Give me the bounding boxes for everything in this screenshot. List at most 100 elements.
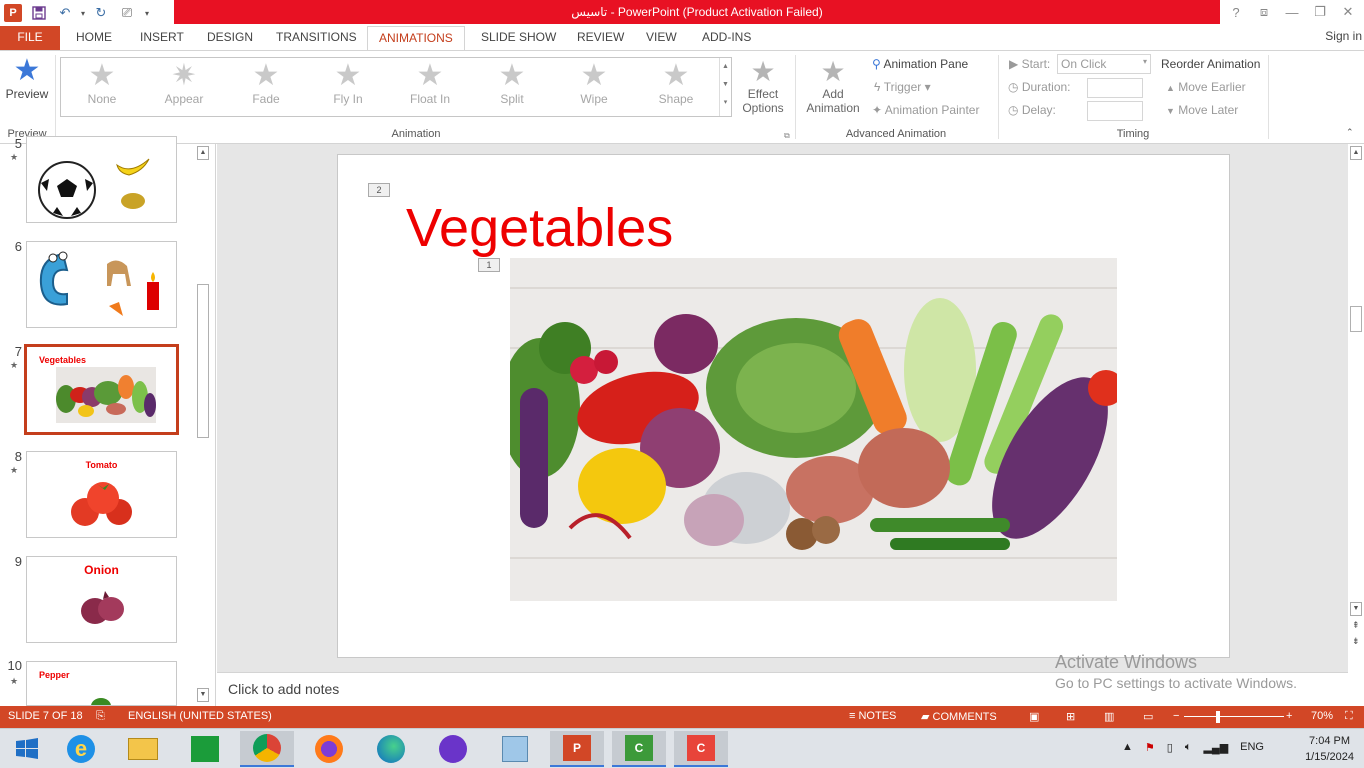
redo-icon[interactable]: ↻ — [88, 0, 114, 26]
scroll-thumb[interactable] — [197, 284, 209, 438]
delay-spinner[interactable] — [1087, 101, 1143, 121]
gallery-item-wipe[interactable]: ★ Wipe — [556, 60, 632, 116]
gallery-more-icon[interactable]: ▾ — [720, 94, 731, 112]
slide-thumb-5[interactable] — [26, 136, 177, 223]
duration-spinner[interactable] — [1087, 78, 1143, 98]
zoom-in-icon[interactable]: + — [1286, 710, 1292, 722]
notes-button[interactable]: ≡ NOTES — [849, 710, 896, 722]
scroll-up-icon[interactable]: ▲ — [1350, 146, 1362, 160]
slide-show-icon[interactable]: ▭ — [1143, 710, 1153, 723]
slide-thumb-6[interactable] — [26, 241, 177, 328]
security-flag-icon[interactable]: ⚑ — [1145, 741, 1155, 754]
store-icon[interactable] — [178, 731, 232, 767]
start-select[interactable]: On Click ▾ — [1057, 54, 1151, 74]
sign-in-link[interactable]: Sign in — [1325, 26, 1362, 46]
thumbnail-scrollbar[interactable]: ▲ ▼ — [196, 144, 212, 706]
tab-slide-show[interactable]: SLIDE SHOW — [481, 26, 556, 50]
normal-view-icon[interactable]: ▣ — [1029, 710, 1039, 723]
tab-view[interactable]: VIEW — [646, 26, 677, 50]
effect-options-button[interactable]: ★ Effect Options — [740, 57, 786, 116]
animation-tag[interactable]: 1 — [478, 258, 500, 272]
media-app-icon[interactable] — [488, 731, 542, 767]
fit-to-window-icon[interactable]: ⛶ — [1345, 710, 1353, 723]
animation-tag[interactable]: 2 — [368, 183, 390, 197]
undo-icon[interactable]: ↶ — [52, 0, 78, 26]
scroll-down-icon[interactable]: ▼ — [197, 688, 209, 702]
dialog-launcher-icon[interactable]: ⧉ — [784, 131, 790, 141]
slide-sorter-icon[interactable]: ⊞ — [1066, 710, 1075, 723]
start-button[interactable] — [0, 731, 54, 767]
volume-icon[interactable]: 🔈︎ — [1185, 741, 1192, 754]
trigger-button[interactable]: ϟ Trigger ▾ — [874, 80, 931, 94]
battery-icon[interactable]: ▯ — [1167, 741, 1173, 754]
tab-file[interactable]: FILE — [0, 26, 60, 50]
scroll-up-icon[interactable]: ▲ — [197, 146, 209, 160]
edge-icon[interactable] — [364, 731, 418, 767]
slide-thumb-9[interactable]: Onion — [26, 556, 177, 643]
add-animation-button[interactable]: ★ Add Animation — [800, 57, 866, 116]
powerpoint-logo[interactable]: P — [0, 0, 26, 26]
zoom-out-icon[interactable]: − — [1173, 710, 1179, 722]
animation-painter-button[interactable]: ✦ Animation Painter — [872, 103, 979, 117]
tab-design[interactable]: DESIGN — [207, 26, 253, 50]
collapse-ribbon-icon[interactable]: ⌃ — [1346, 127, 1354, 138]
slide-thumb-8[interactable]: Tomato — [26, 451, 177, 538]
minimize-icon[interactable]: — — [1278, 0, 1306, 24]
show-hidden-icons-icon[interactable]: ▲ — [1122, 741, 1133, 754]
gallery-item-float-in[interactable]: ★ Float In — [392, 60, 468, 116]
powerpoint-taskbar-icon[interactable]: P — [550, 731, 604, 767]
spell-check-icon[interactable]: ⎘ — [96, 710, 105, 723]
close-icon[interactable]: ✕ — [1334, 0, 1362, 24]
internet-explorer-icon[interactable]: e — [54, 731, 108, 767]
zoom-slider-thumb[interactable] — [1216, 711, 1220, 723]
current-slide[interactable]: 2 Vegetables 1 — [337, 154, 1230, 658]
app-mask-icon[interactable] — [426, 731, 480, 767]
firefox-icon[interactable] — [302, 731, 356, 767]
system-clock[interactable]: 7:04 PM 1/15/2024 — [1305, 733, 1354, 765]
animation-pane-button[interactable]: ⚲ Animation Pane — [872, 57, 968, 71]
tab-add-ins[interactable]: ADD-INS — [702, 26, 751, 50]
tab-animations[interactable]: ANIMATIONS — [367, 26, 465, 51]
gallery-item-fade[interactable]: ★ Fade — [228, 60, 304, 116]
undo-dropdown-icon[interactable]: ▾ — [78, 0, 88, 26]
zoom-slider[interactable] — [1184, 716, 1284, 717]
slide-counter[interactable]: SLIDE 7 OF 18 — [8, 710, 83, 722]
start-from-beginning-icon[interactable]: ⎚ — [114, 0, 140, 26]
gallery-scroll[interactable]: ▲ ▼ ▾ — [719, 58, 731, 116]
gallery-item-fly-in[interactable]: ★ Fly In — [310, 60, 386, 116]
next-slide-icon[interactable]: ⇟ — [1352, 636, 1360, 647]
language-indicator[interactable]: ENGLISH (UNITED STATES) — [128, 710, 272, 722]
slide-thumb-7[interactable]: Vegetables — [24, 344, 179, 435]
gallery-item-shape[interactable]: ★ Shape — [638, 60, 714, 116]
gallery-down-icon[interactable]: ▼ — [720, 76, 731, 94]
comments-button[interactable]: ▰ COMMENTS — [921, 710, 997, 723]
save-icon[interactable] — [26, 0, 52, 26]
gallery-item-split[interactable]: ★ Split — [474, 60, 550, 116]
camtasia-red-icon[interactable]: C — [674, 731, 728, 767]
gallery-item-none[interactable]: ★ None — [64, 60, 140, 116]
tab-home[interactable]: HOME — [76, 26, 112, 50]
slide-scrollbar[interactable]: ▲ ▼ ⇞ ⇟ — [1348, 144, 1364, 706]
slide-title[interactable]: Vegetables — [406, 195, 673, 261]
tab-review[interactable]: REVIEW — [577, 26, 624, 50]
scroll-thumb[interactable] — [1350, 306, 1362, 332]
gallery-item-appear[interactable]: ✷ Appear — [146, 60, 222, 116]
zoom-level[interactable]: 70% — [1311, 710, 1333, 722]
camtasia-green-icon[interactable]: C — [612, 731, 666, 767]
move-earlier-button[interactable]: ▲ Move Earlier — [1166, 80, 1246, 94]
preview-button[interactable]: ★ Preview — [4, 55, 50, 115]
gallery-up-icon[interactable]: ▲ — [720, 58, 731, 76]
vegetables-image[interactable] — [510, 258, 1117, 601]
ribbon-display-options-icon[interactable]: ⧈ — [1250, 0, 1278, 24]
scroll-down-icon[interactable]: ▼ — [1350, 602, 1362, 616]
help-icon[interactable]: ? — [1222, 0, 1250, 24]
language-indicator-tray[interactable]: ENG — [1240, 741, 1264, 754]
previous-slide-icon[interactable]: ⇞ — [1352, 620, 1360, 631]
slide-thumb-10[interactable]: Pepper — [26, 661, 177, 706]
chrome-icon[interactable] — [240, 731, 294, 767]
reading-view-icon[interactable]: ▥ — [1104, 710, 1114, 723]
file-explorer-icon[interactable] — [116, 731, 170, 767]
tab-insert[interactable]: INSERT — [140, 26, 184, 50]
customize-qat-icon[interactable]: ▾ — [140, 0, 154, 26]
tab-transitions[interactable]: TRANSITIONS — [276, 26, 357, 50]
